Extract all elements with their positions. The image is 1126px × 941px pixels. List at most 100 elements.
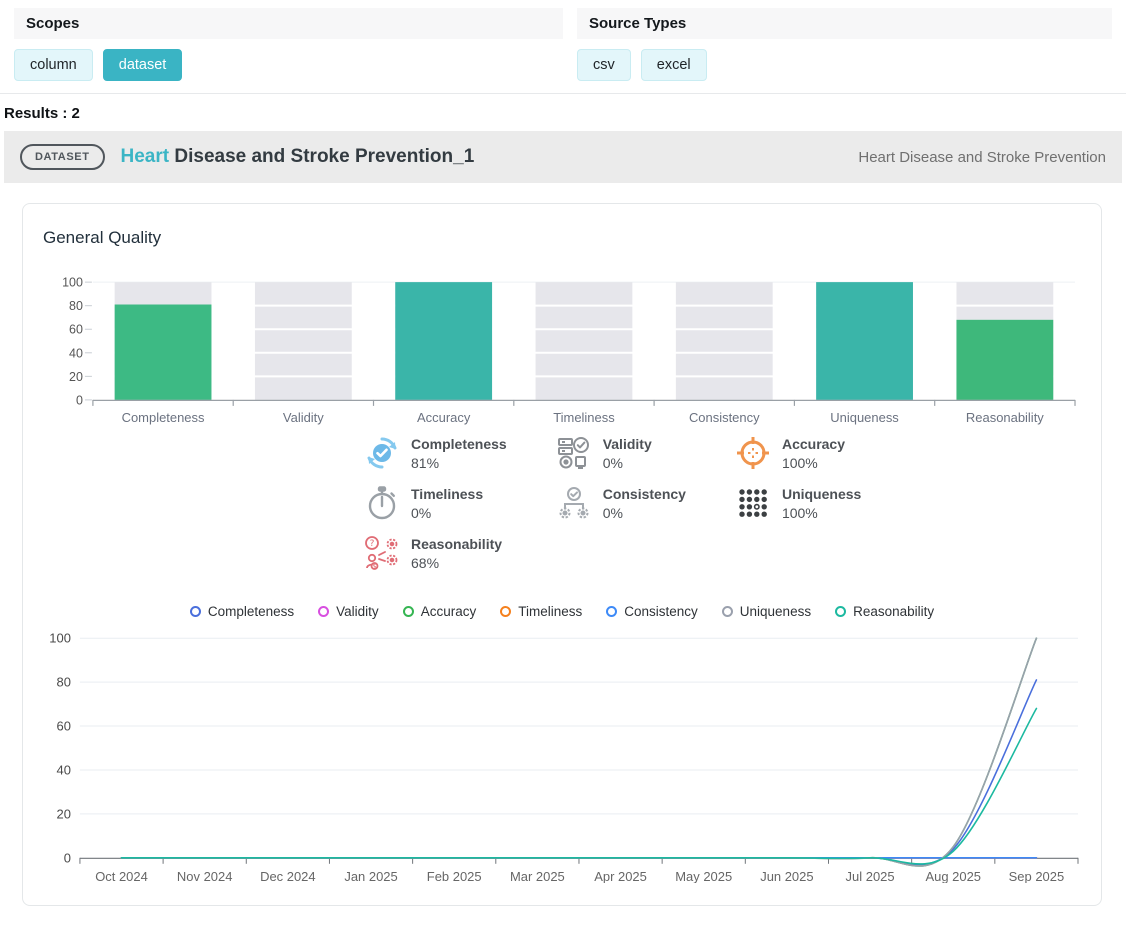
result-title-highlight: Heart bbox=[121, 146, 170, 167]
svg-text:Nov 2024: Nov 2024 bbox=[177, 869, 233, 883]
quality-legend-label: Consistency bbox=[603, 486, 686, 502]
result-card[interactable]: DATASET Heart Disease and Stroke Prevent… bbox=[4, 131, 1122, 183]
svg-text:Validity: Validity bbox=[283, 410, 324, 425]
line-legend-marker bbox=[403, 606, 414, 617]
result-title: Heart Disease and Stroke Prevention_1 bbox=[121, 146, 475, 168]
svg-text:0: 0 bbox=[64, 850, 71, 865]
quality-legend-item: Uniqueness 100% bbox=[734, 484, 861, 522]
svg-text:100: 100 bbox=[49, 631, 71, 646]
svg-text:60: 60 bbox=[57, 719, 71, 734]
svg-text:?: ? bbox=[370, 539, 375, 549]
result-title-rest: Disease and Stroke Prevention_1 bbox=[169, 146, 474, 167]
quality-legend-item: Validity 0% bbox=[555, 434, 686, 472]
bar-chart: 020406080100CompletenessValidityAccuracy… bbox=[43, 274, 1081, 426]
quality-legend-item: Accuracy 100% bbox=[734, 434, 861, 472]
line-legend: Completeness Validity Accuracy Timelines… bbox=[43, 604, 1081, 619]
svg-text:60: 60 bbox=[69, 323, 83, 337]
quality-legend-label: Uniqueness bbox=[782, 486, 861, 502]
quality-legend-item: Timeliness 0% bbox=[363, 484, 507, 522]
svg-text:Dec 2024: Dec 2024 bbox=[260, 869, 316, 883]
result-subtitle: Heart Disease and Stroke Prevention bbox=[858, 149, 1106, 166]
source-types-title: Source Types bbox=[577, 8, 1112, 39]
svg-text:20: 20 bbox=[69, 370, 83, 384]
line-legend-marker bbox=[318, 606, 329, 617]
line-legend-marker bbox=[606, 606, 617, 617]
line-legend-label: Completeness bbox=[208, 604, 294, 619]
source-excel-button[interactable]: excel bbox=[641, 49, 707, 81]
svg-text:0: 0 bbox=[76, 393, 83, 407]
quality-legend-item: Completeness 81% bbox=[363, 434, 507, 472]
quality-legend-value: 0% bbox=[603, 505, 686, 521]
line-legend-item[interactable]: Consistency bbox=[606, 604, 698, 619]
filter-bar: Scopes column dataset Source Types csv e… bbox=[0, 0, 1126, 81]
svg-text:Aug 2025: Aug 2025 bbox=[925, 869, 981, 883]
completeness-icon bbox=[363, 434, 401, 472]
svg-text:May 2025: May 2025 bbox=[675, 869, 732, 883]
source-types-section: Source Types csv excel bbox=[577, 8, 1112, 81]
svg-text:80: 80 bbox=[57, 675, 71, 690]
line-legend-marker bbox=[722, 606, 733, 617]
quality-legend: Completeness 81% bbox=[363, 434, 861, 572]
line-legend-item[interactable]: Completeness bbox=[190, 604, 294, 619]
quality-legend-item: Consistency 0% bbox=[555, 484, 686, 522]
quality-legend-value: 81% bbox=[411, 455, 507, 471]
divider bbox=[0, 93, 1126, 94]
svg-text:Jan 2025: Jan 2025 bbox=[344, 869, 397, 883]
svg-text:40: 40 bbox=[57, 762, 71, 777]
line-legend-label: Reasonability bbox=[853, 604, 934, 619]
quality-legend-value: 100% bbox=[782, 455, 845, 471]
line-legend-label: Uniqueness bbox=[740, 604, 811, 619]
svg-text:40: 40 bbox=[69, 346, 83, 360]
line-legend-item[interactable]: Validity bbox=[318, 604, 379, 619]
line-legend-item[interactable]: Uniqueness bbox=[722, 604, 811, 619]
svg-text:Reasonability: Reasonability bbox=[966, 410, 1044, 425]
source-csv-button[interactable]: csv bbox=[577, 49, 631, 81]
scopes-section: Scopes column dataset bbox=[14, 8, 563, 81]
line-legend-label: Validity bbox=[336, 604, 379, 619]
svg-text:Jun 2025: Jun 2025 bbox=[760, 869, 813, 883]
uniqueness-icon bbox=[734, 484, 772, 522]
quality-legend-item: ? $ Reasonability 68% bbox=[363, 534, 507, 572]
scope-column-button[interactable]: column bbox=[14, 49, 93, 81]
quality-legend-label: Timeliness bbox=[411, 486, 483, 502]
svg-text:Timeliness: Timeliness bbox=[553, 410, 615, 425]
line-legend-item[interactable]: Accuracy bbox=[403, 604, 477, 619]
quality-legend-value: 100% bbox=[782, 505, 861, 521]
svg-text:Feb 2025: Feb 2025 bbox=[427, 869, 482, 883]
svg-text:$: $ bbox=[372, 563, 376, 571]
line-legend-item[interactable]: Timeliness bbox=[500, 604, 582, 619]
quality-legend-label: Completeness bbox=[411, 436, 507, 452]
svg-text:Oct 2024: Oct 2024 bbox=[95, 869, 148, 883]
consistency-icon bbox=[555, 484, 593, 522]
panel-wrap: General Quality 020406080100Completeness… bbox=[0, 183, 1126, 906]
dataset-badge: DATASET bbox=[20, 144, 105, 170]
quality-legend-value: 0% bbox=[603, 455, 652, 471]
line-legend-label: Timeliness bbox=[518, 604, 582, 619]
svg-text:Jul 2025: Jul 2025 bbox=[846, 869, 895, 883]
svg-text:Apr 2025: Apr 2025 bbox=[594, 869, 647, 883]
svg-text:100: 100 bbox=[62, 276, 83, 290]
line-chart: 0 20 40 60 80 100 Oct 2024 Nov 2024 Dec 2024 Jan … bbox=[43, 631, 1081, 883]
line-legend-label: Accuracy bbox=[421, 604, 477, 619]
quality-legend-label: Validity bbox=[603, 436, 652, 452]
scopes-title: Scopes bbox=[14, 8, 563, 39]
line-legend-label: Consistency bbox=[624, 604, 698, 619]
results-count: Results : 2 bbox=[4, 105, 1126, 122]
line-legend-item[interactable]: Reasonability bbox=[835, 604, 934, 619]
svg-text:Consistency: Consistency bbox=[689, 410, 760, 425]
svg-text:Mar 2025: Mar 2025 bbox=[510, 869, 565, 883]
validity-icon bbox=[555, 434, 593, 472]
svg-text:Sep 2025: Sep 2025 bbox=[1009, 869, 1065, 883]
quality-legend-label: Reasonability bbox=[411, 536, 502, 552]
quality-legend-value: 68% bbox=[411, 555, 502, 571]
svg-text:80: 80 bbox=[69, 299, 83, 313]
svg-text:20: 20 bbox=[57, 806, 71, 821]
svg-text:Accuracy: Accuracy bbox=[417, 410, 471, 425]
reasonability-icon: ? $ bbox=[363, 534, 401, 572]
general-quality-panel: General Quality 020406080100Completeness… bbox=[22, 203, 1102, 906]
line-legend-marker bbox=[190, 606, 201, 617]
timeliness-icon bbox=[363, 484, 401, 522]
line-legend-marker bbox=[835, 606, 846, 617]
svg-text:Uniqueness: Uniqueness bbox=[830, 410, 899, 425]
scope-dataset-button[interactable]: dataset bbox=[103, 49, 183, 81]
